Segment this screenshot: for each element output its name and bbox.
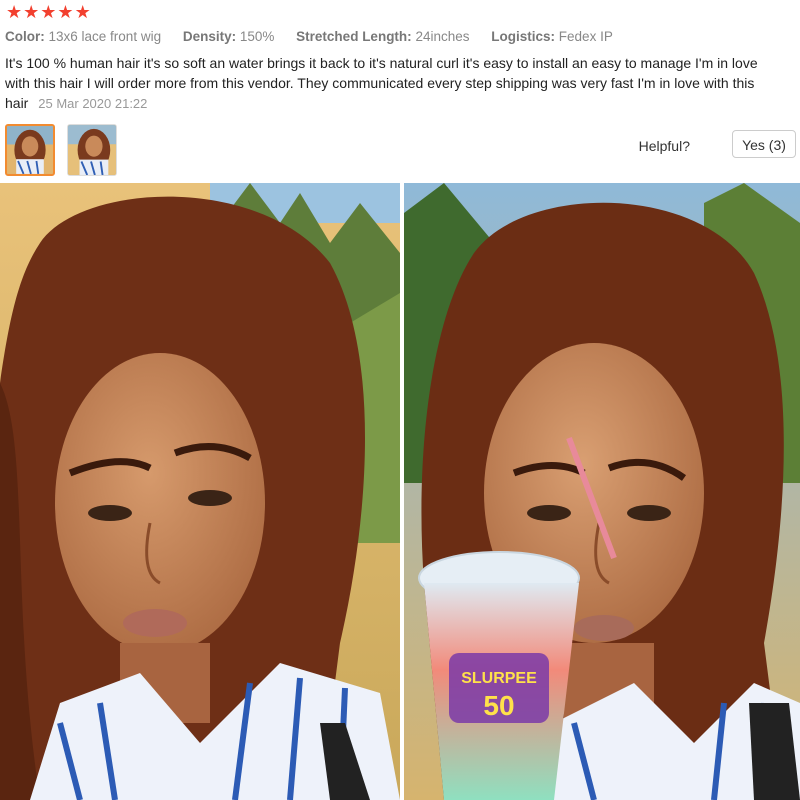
review-photo-2[interactable]: SLURPEE 50	[404, 183, 800, 800]
cup-text-bottom: 50	[483, 690, 514, 721]
star-icon: ★	[74, 2, 91, 23]
helpful-yes-button[interactable]: Yes (3)	[732, 130, 796, 158]
review-photo-image: SLURPEE 50	[404, 183, 800, 800]
rating-stars: ★ ★ ★ ★ ★	[6, 4, 91, 22]
star-icon: ★	[6, 2, 23, 23]
helpful-label: Helpful?	[638, 138, 690, 154]
attr-length-key: Stretched Length:	[296, 29, 412, 44]
attr-logistics-key: Logistics:	[491, 29, 556, 44]
review-photo-1[interactable]	[0, 183, 400, 800]
review-body: It's 100 % human hair it's so soft an wa…	[5, 53, 777, 114]
photo-thumbnail-2[interactable]	[67, 124, 117, 176]
attr-color-value: 13x6 lace front wig	[48, 29, 162, 44]
thumbnail-image	[68, 125, 116, 175]
attr-density-value: 150%	[239, 29, 275, 44]
attr-density-key: Density:	[182, 29, 237, 44]
product-attributes: Color: 13x6 lace front wig Density: 150%…	[5, 29, 631, 44]
cup-label: SLURPEE 50	[449, 653, 549, 723]
review-date: 25 Mar 2020 21:22	[38, 96, 148, 111]
star-icon: ★	[57, 2, 74, 23]
attr-color-key: Color:	[5, 29, 45, 44]
thumbnail-image	[7, 126, 53, 174]
attr-length-value: 24inches	[415, 29, 470, 44]
attr-logistics-value: Fedex IP	[558, 29, 613, 44]
review-photo-image	[0, 183, 400, 800]
photo-thumbnail-1[interactable]	[5, 124, 55, 176]
star-icon: ★	[23, 2, 40, 23]
cup-text-top: SLURPEE	[461, 670, 537, 687]
star-icon: ★	[40, 2, 57, 23]
